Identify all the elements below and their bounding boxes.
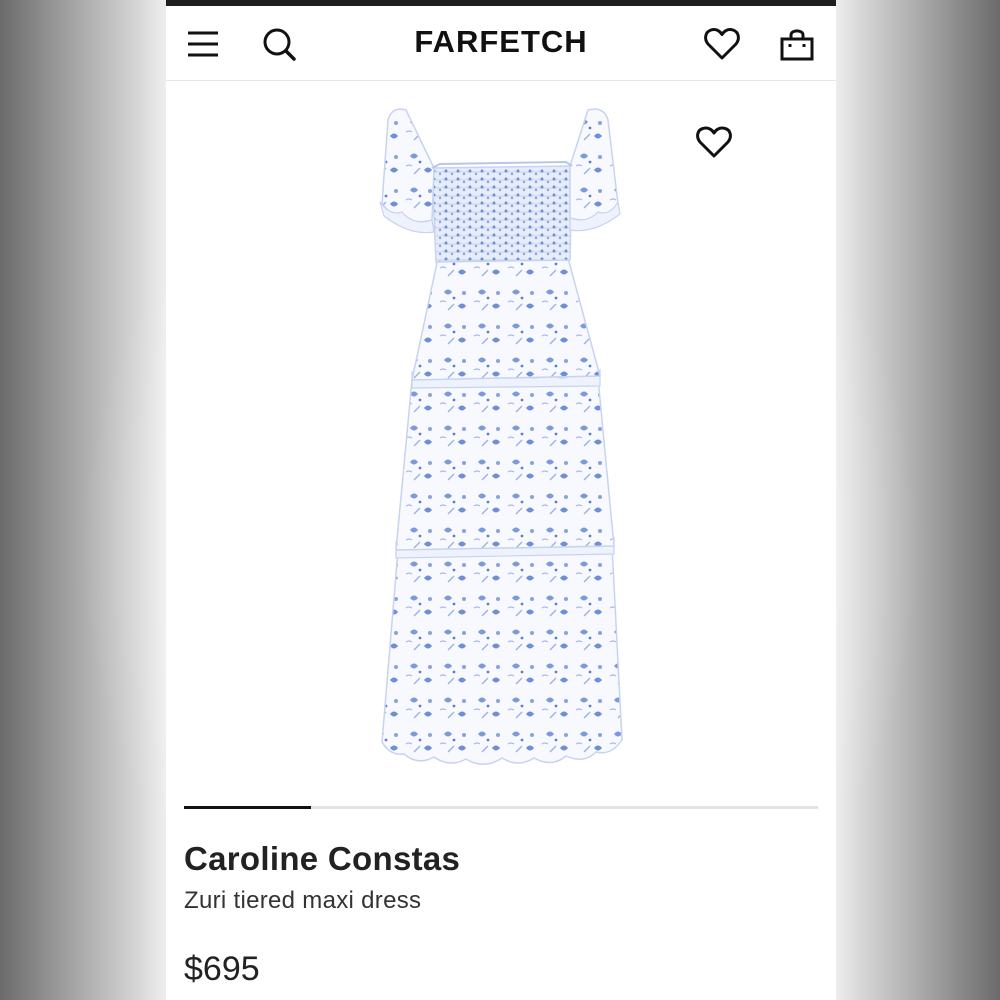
phone-screen: FARFETCH Caroline Constas Zuri tiered ma… xyxy=(166,0,836,1000)
gallery-progress-indicator xyxy=(184,806,311,809)
favorite-button[interactable] xyxy=(694,124,734,160)
heart-outline-icon xyxy=(704,28,740,60)
product-name: Zuri tiered maxi dress xyxy=(184,887,422,914)
shopping-bag-icon xyxy=(780,29,814,61)
product-price: $695 xyxy=(184,950,260,988)
shopping-bag-button[interactable] xyxy=(778,25,816,63)
product-image[interactable] xyxy=(166,80,836,800)
image-gallery-progress xyxy=(184,806,818,809)
wishlist-button[interactable] xyxy=(703,25,741,63)
designer-name[interactable]: Caroline Constas xyxy=(184,840,460,878)
heart-outline-icon xyxy=(696,126,732,158)
top-navigation-bar: FARFETCH xyxy=(166,6,836,81)
